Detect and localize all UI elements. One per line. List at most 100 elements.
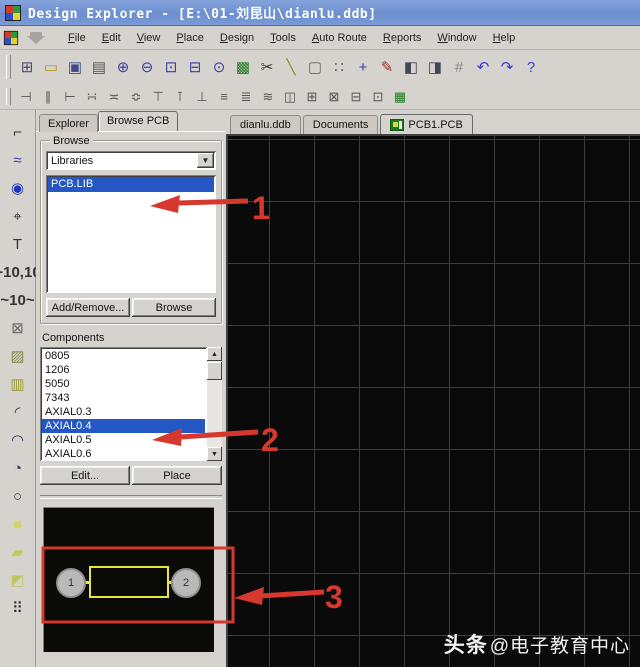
space-h-decrease-icon[interactable]: ≎ — [125, 87, 147, 107]
tab-browse-pcb[interactable]: Browse PCB — [98, 111, 178, 131]
edit-button[interactable]: Edit... — [40, 466, 130, 485]
place-room-icon[interactable]: ⊠ — [5, 316, 31, 340]
zoom-in-icon[interactable]: ⊕ — [111, 55, 135, 79]
doctab-pcb1[interactable]: PCB1.PCB — [380, 114, 472, 134]
align-center-v-icon[interactable]: ⊺ — [169, 87, 191, 107]
component-item[interactable]: AXIAL0.3 — [42, 405, 205, 419]
libraries-listbox[interactable]: PCB.LIB — [46, 175, 216, 293]
grid-icon[interactable]: # — [447, 55, 471, 79]
place-component-icon[interactable]: ▥ — [5, 372, 31, 396]
arc-edge-icon[interactable]: ◜ — [5, 400, 31, 424]
arrange-outside-icon[interactable]: ⊞ — [301, 87, 323, 107]
arc-any-angle-icon[interactable]: ◔ — [5, 456, 31, 480]
menu-file[interactable]: File — [61, 29, 93, 47]
place-coordinate-icon[interactable]: +10,10 — [5, 260, 31, 284]
help-icon[interactable]: ? — [519, 55, 543, 79]
place-string-icon[interactable]: T — [5, 232, 31, 256]
space-v-decrease-icon[interactable]: ≋ — [257, 87, 279, 107]
library-item[interactable]: PCB.LIB — [48, 177, 214, 192]
library-icon[interactable]: ◧ — [399, 55, 423, 79]
highlight-pen-icon[interactable]: ✎ — [375, 55, 399, 79]
toolbar-grip[interactable] — [6, 55, 11, 79]
browse-group-legend: Browse — [50, 135, 93, 147]
design-manager-icon[interactable]: ⊞ — [15, 55, 39, 79]
print-icon[interactable]: ▤ — [87, 55, 111, 79]
component-item[interactable]: 5050 — [42, 377, 205, 391]
component-item[interactable]: AXIAL0.6 — [42, 447, 205, 461]
add-remove-button[interactable]: Add/Remove... — [46, 298, 130, 317]
align-bottom-icon[interactable]: ⊥ — [191, 87, 213, 107]
place-dimension-icon[interactable]: ~10~ — [5, 288, 31, 312]
doctab-documents[interactable]: Documents — [303, 115, 379, 134]
component-item[interactable]: 7343 — [42, 391, 205, 405]
space-v-equal-icon[interactable]: ≡ — [213, 87, 235, 107]
toolbar-grip[interactable] — [6, 88, 11, 106]
menu-reports[interactable]: Reports — [376, 29, 429, 47]
full-circle-icon[interactable]: ○ — [5, 484, 31, 508]
interactive-routing-icon[interactable]: ⌐ — [5, 120, 31, 144]
menu-window[interactable]: Window — [430, 29, 483, 47]
fill-rectangle-icon[interactable]: ■ — [5, 512, 31, 536]
library-update-icon[interactable]: ◨ — [423, 55, 447, 79]
menu-place[interactable]: Place — [169, 29, 211, 47]
component-item[interactable]: AXIAL0.4 — [42, 419, 205, 433]
place-via-icon[interactable]: ◉ — [5, 176, 31, 200]
align-center-h-icon[interactable]: ∥ — [37, 87, 59, 107]
chevron-down-icon[interactable]: ▼ — [197, 153, 214, 168]
component-item[interactable]: AXIAL0.5 — [42, 433, 205, 447]
menu-tools[interactable]: Tools — [263, 29, 303, 47]
arrange-components-icon[interactable]: ◫ — [279, 87, 301, 107]
split-plane-icon[interactable]: ◩ — [5, 568, 31, 592]
menu-help[interactable]: Help — [486, 29, 523, 47]
browse-type-dropdown[interactable]: Libraries ▼ — [46, 151, 216, 170]
select-area-icon[interactable]: ▢ — [303, 55, 327, 79]
align-top-icon[interactable]: ⊤ — [147, 87, 169, 107]
panel-drop-arrow-icon[interactable] — [23, 30, 49, 46]
open-folder-icon[interactable]: ▭ — [39, 55, 63, 79]
room-align-icon[interactable]: ⊟ — [345, 87, 367, 107]
component-item[interactable]: 1206 — [42, 363, 205, 377]
bitmap-icon[interactable]: ▩ — [231, 55, 255, 79]
components-listbox[interactable]: 0805120650507343AXIAL0.3AXIAL0.4AXIAL0.5… — [40, 347, 207, 461]
undo-icon[interactable]: ↶ — [471, 55, 495, 79]
doctab-dianlu[interactable]: dianlu.ddb — [230, 115, 301, 134]
space-v-increase-icon[interactable]: ≣ — [235, 87, 257, 107]
menu-edit[interactable]: Edit — [95, 29, 128, 47]
tab-explorer[interactable]: Explorer — [39, 114, 98, 132]
place-button[interactable]: Place — [132, 466, 222, 485]
menu-design[interactable]: Design — [213, 29, 261, 47]
multi-trace-icon[interactable]: ≈ — [5, 148, 31, 172]
arc-center-icon[interactable]: ◠ — [5, 428, 31, 452]
pcb-editor: dianlu.ddb Documents PCB1.PCB — [226, 110, 640, 667]
line-tool-icon[interactable]: ╲ — [279, 55, 303, 79]
polygon-plane-icon[interactable]: ▰ — [5, 540, 31, 564]
component-center-icon[interactable]: ⊡ — [367, 87, 389, 107]
scroll-down-icon[interactable]: ▼ — [207, 447, 222, 461]
zoom-point-icon[interactable]: ⊙ — [207, 55, 231, 79]
align-right-icon[interactable]: ⊢ — [59, 87, 81, 107]
menu-auto-route[interactable]: Auto Route — [305, 29, 374, 47]
menu-view[interactable]: View — [130, 29, 168, 47]
paste-array-icon[interactable]: ▦ — [389, 87, 411, 107]
zoom-window-icon[interactable]: ⊡ — [159, 55, 183, 79]
scrollbar-thumb[interactable] — [207, 362, 222, 380]
zoom-out-icon[interactable]: ⊖ — [135, 55, 159, 79]
zoom-document-icon[interactable]: ⊟ — [183, 55, 207, 79]
space-h-equal-icon[interactable]: ∺ — [81, 87, 103, 107]
save-icon[interactable]: ▣ — [63, 55, 87, 79]
paste-array-tool-icon[interactable]: ⠿ — [5, 596, 31, 620]
place-fill-icon[interactable]: ▨ — [5, 344, 31, 368]
browse-button[interactable]: Browse — [132, 298, 216, 317]
space-h-increase-icon[interactable]: ≍ — [103, 87, 125, 107]
deselect-icon[interactable]: ∷ — [327, 55, 351, 79]
redo-icon[interactable]: ↷ — [495, 55, 519, 79]
cut-icon[interactable]: ✂ — [255, 55, 279, 79]
move-icon[interactable]: + — [351, 55, 375, 79]
align-left-icon[interactable]: ⊣ — [15, 87, 37, 107]
shove-icon[interactable]: ⊠ — [323, 87, 345, 107]
pcb-canvas[interactable]: 头条@电子教育中心 — [226, 134, 640, 667]
scroll-up-icon[interactable]: ▲ — [207, 347, 222, 361]
place-pad-icon[interactable]: ⌖ — [5, 204, 31, 228]
components-scrollbar[interactable]: ▲ ▼ — [207, 347, 222, 461]
component-item[interactable]: 0805 — [42, 349, 205, 363]
